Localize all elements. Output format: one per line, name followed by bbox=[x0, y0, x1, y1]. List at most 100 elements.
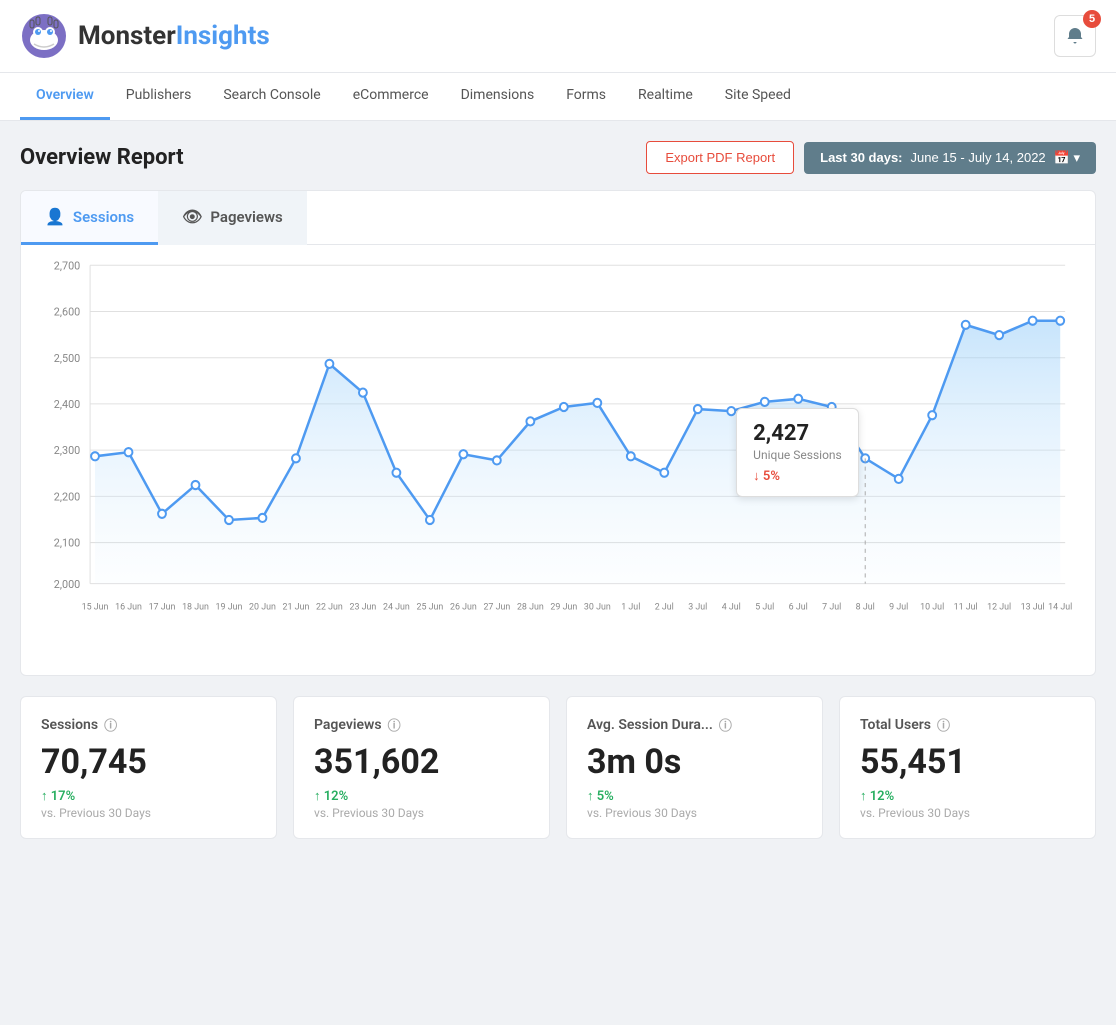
pageviews-change: ↑ 12% bbox=[314, 788, 529, 804]
avg-session-change: ↑ 5% bbox=[587, 788, 802, 804]
bell-icon bbox=[1065, 26, 1085, 46]
tooltip-label: Unique Sessions bbox=[753, 448, 842, 462]
svg-text:26 Jun: 26 Jun bbox=[450, 602, 477, 612]
tab-pageviews[interactable]: 👁 Pageviews bbox=[158, 191, 307, 245]
stat-card-sessions: Sessions ⓘ 70,745 ↑ 17% vs. Previous 30 … bbox=[20, 696, 277, 839]
logo-insights: Insights bbox=[176, 21, 270, 51]
total-users-vs: vs. Previous 30 Days bbox=[860, 806, 1075, 820]
avg-session-vs: vs. Previous 30 Days bbox=[587, 806, 802, 820]
avg-session-info-icon[interactable]: ⓘ bbox=[719, 715, 732, 734]
svg-text:28 Jun: 28 Jun bbox=[517, 602, 544, 612]
sessions-tab-label: Sessions bbox=[73, 208, 134, 226]
stat-card-pageviews: Pageviews ⓘ 351,602 ↑ 12% vs. Previous 3… bbox=[293, 696, 550, 839]
pageviews-value: 351,602 bbox=[314, 742, 529, 782]
svg-text:24 Jun: 24 Jun bbox=[383, 602, 410, 612]
notification-button[interactable]: 5 bbox=[1054, 15, 1096, 57]
stat-label-pageviews: Pageviews ⓘ bbox=[314, 715, 529, 734]
nav-item-forms[interactable]: Forms bbox=[550, 73, 622, 120]
svg-text:27 Jun: 27 Jun bbox=[483, 602, 510, 612]
logo-area: MonsterInsights bbox=[20, 12, 270, 60]
svg-text:2,200: 2,200 bbox=[54, 490, 80, 503]
svg-text:2,400: 2,400 bbox=[54, 398, 80, 411]
nav-item-overview[interactable]: Overview bbox=[20, 73, 110, 120]
stat-card-total-users: Total Users ⓘ 55,451 ↑ 12% vs. Previous … bbox=[839, 696, 1096, 839]
svg-text:15 Jun: 15 Jun bbox=[82, 602, 109, 612]
chart-tabs: 👤 Sessions 👁 Pageviews bbox=[21, 191, 1095, 245]
svg-text:12 Jul: 12 Jul bbox=[987, 602, 1011, 612]
svg-text:2,600: 2,600 bbox=[54, 305, 80, 318]
nav-item-publishers[interactable]: Publishers bbox=[110, 73, 208, 120]
pageviews-info-icon[interactable]: ⓘ bbox=[388, 715, 401, 734]
report-actions: Export PDF Report Last 30 days: June 15 … bbox=[646, 141, 1096, 174]
pageviews-label-text: Pageviews bbox=[314, 717, 382, 733]
logo-text: MonsterInsights bbox=[78, 21, 270, 51]
sessions-change: ↑ 17% bbox=[41, 788, 256, 804]
stat-card-avg-session: Avg. Session Dura... ⓘ 3m 0s ↑ 5% vs. Pr… bbox=[566, 696, 823, 839]
total-users-value: 55,451 bbox=[860, 742, 1075, 782]
svg-text:9 Jul: 9 Jul bbox=[889, 602, 908, 612]
svg-text:2 Jul: 2 Jul bbox=[655, 602, 674, 612]
notification-badge: 5 bbox=[1083, 10, 1101, 28]
svg-text:16 Jun: 16 Jun bbox=[115, 602, 142, 612]
svg-text:4 Jul: 4 Jul bbox=[722, 602, 741, 612]
total-users-info-icon[interactable]: ⓘ bbox=[937, 715, 950, 734]
stat-label-avg-session: Avg. Session Dura... ⓘ bbox=[587, 715, 802, 734]
chart-area: 2,700 2,600 2,500 2,400 2,300 2,200 2,10… bbox=[21, 245, 1095, 675]
main-content: Overview Report Export PDF Report Last 3… bbox=[0, 121, 1116, 859]
date-range: June 15 - July 14, 2022 bbox=[911, 150, 1046, 165]
sessions-chart: 2,700 2,600 2,500 2,400 2,300 2,200 2,10… bbox=[31, 255, 1075, 635]
stat-label-total-users: Total Users ⓘ bbox=[860, 715, 1075, 734]
nav-item-realtime[interactable]: Realtime bbox=[622, 73, 709, 120]
svg-text:3 Jul: 3 Jul bbox=[688, 602, 707, 612]
avg-session-value: 3m 0s bbox=[587, 742, 802, 782]
stat-label-sessions: Sessions ⓘ bbox=[41, 715, 256, 734]
monster-logo-icon bbox=[20, 12, 68, 60]
header-right: 5 bbox=[1054, 15, 1096, 57]
svg-text:10 Jul: 10 Jul bbox=[920, 602, 944, 612]
logo-monster: Monster bbox=[78, 21, 176, 51]
stats-grid: Sessions ⓘ 70,745 ↑ 17% vs. Previous 30 … bbox=[20, 696, 1096, 839]
svg-text:8 Jul: 8 Jul bbox=[856, 602, 875, 612]
eye-icon: 👁 bbox=[182, 207, 202, 226]
svg-text:20 Jun: 20 Jun bbox=[249, 602, 276, 612]
report-title: Overview Report bbox=[20, 145, 184, 170]
tab-sessions[interactable]: 👤 Sessions bbox=[21, 191, 158, 245]
svg-text:2,100: 2,100 bbox=[54, 536, 80, 549]
svg-text:18 Jun: 18 Jun bbox=[182, 602, 209, 612]
svg-text:2,700: 2,700 bbox=[54, 259, 80, 272]
nav-item-dimensions[interactable]: Dimensions bbox=[445, 73, 551, 120]
svg-text:25 Jun: 25 Jun bbox=[416, 602, 443, 612]
svg-text:30 Jun: 30 Jun bbox=[584, 602, 611, 612]
svg-text:2,300: 2,300 bbox=[54, 444, 80, 457]
svg-text:29 Jun: 29 Jun bbox=[550, 602, 577, 612]
nav-item-search-console[interactable]: Search Console bbox=[207, 73, 336, 120]
date-range-button[interactable]: Last 30 days: June 15 - July 14, 2022 📅 … bbox=[804, 142, 1096, 174]
chart-card: 👤 Sessions 👁 Pageviews 2,700 bbox=[20, 190, 1096, 676]
svg-text:22 Jun: 22 Jun bbox=[316, 602, 343, 612]
date-prefix: Last 30 days: bbox=[820, 150, 902, 165]
svg-text:17 Jun: 17 Jun bbox=[149, 602, 176, 612]
pageviews-vs: vs. Previous 30 Days bbox=[314, 806, 529, 820]
person-icon: 👤 bbox=[45, 207, 65, 226]
export-pdf-button[interactable]: Export PDF Report bbox=[646, 141, 794, 174]
svg-text:5 Jul: 5 Jul bbox=[755, 602, 774, 612]
svg-text:1 Jul: 1 Jul bbox=[621, 602, 640, 612]
total-users-label-text: Total Users bbox=[860, 717, 931, 733]
svg-text:6 Jul: 6 Jul bbox=[789, 602, 808, 612]
sessions-vs: vs. Previous 30 Days bbox=[41, 806, 256, 820]
total-users-change: ↑ 12% bbox=[860, 788, 1075, 804]
report-header: Overview Report Export PDF Report Last 3… bbox=[20, 141, 1096, 174]
tooltip-change: ↓ 5% bbox=[753, 468, 842, 484]
svg-text:21 Jun: 21 Jun bbox=[283, 602, 310, 612]
main-nav: Overview Publishers Search Console eComm… bbox=[0, 73, 1116, 121]
chart-tooltip: 2,427 Unique Sessions ↓ 5% bbox=[736, 408, 859, 497]
nav-item-ecommerce[interactable]: eCommerce bbox=[337, 73, 445, 120]
sessions-info-icon[interactable]: ⓘ bbox=[104, 715, 117, 734]
sessions-value: 70,745 bbox=[41, 742, 256, 782]
svg-text:14 Jul: 14 Jul bbox=[1048, 602, 1072, 612]
svg-text:23 Jun: 23 Jun bbox=[350, 602, 377, 612]
sessions-label-text: Sessions bbox=[41, 717, 98, 733]
nav-item-site-speed[interactable]: Site Speed bbox=[709, 73, 807, 120]
tooltip-value: 2,427 bbox=[753, 421, 842, 446]
header: MonsterInsights 5 bbox=[0, 0, 1116, 73]
